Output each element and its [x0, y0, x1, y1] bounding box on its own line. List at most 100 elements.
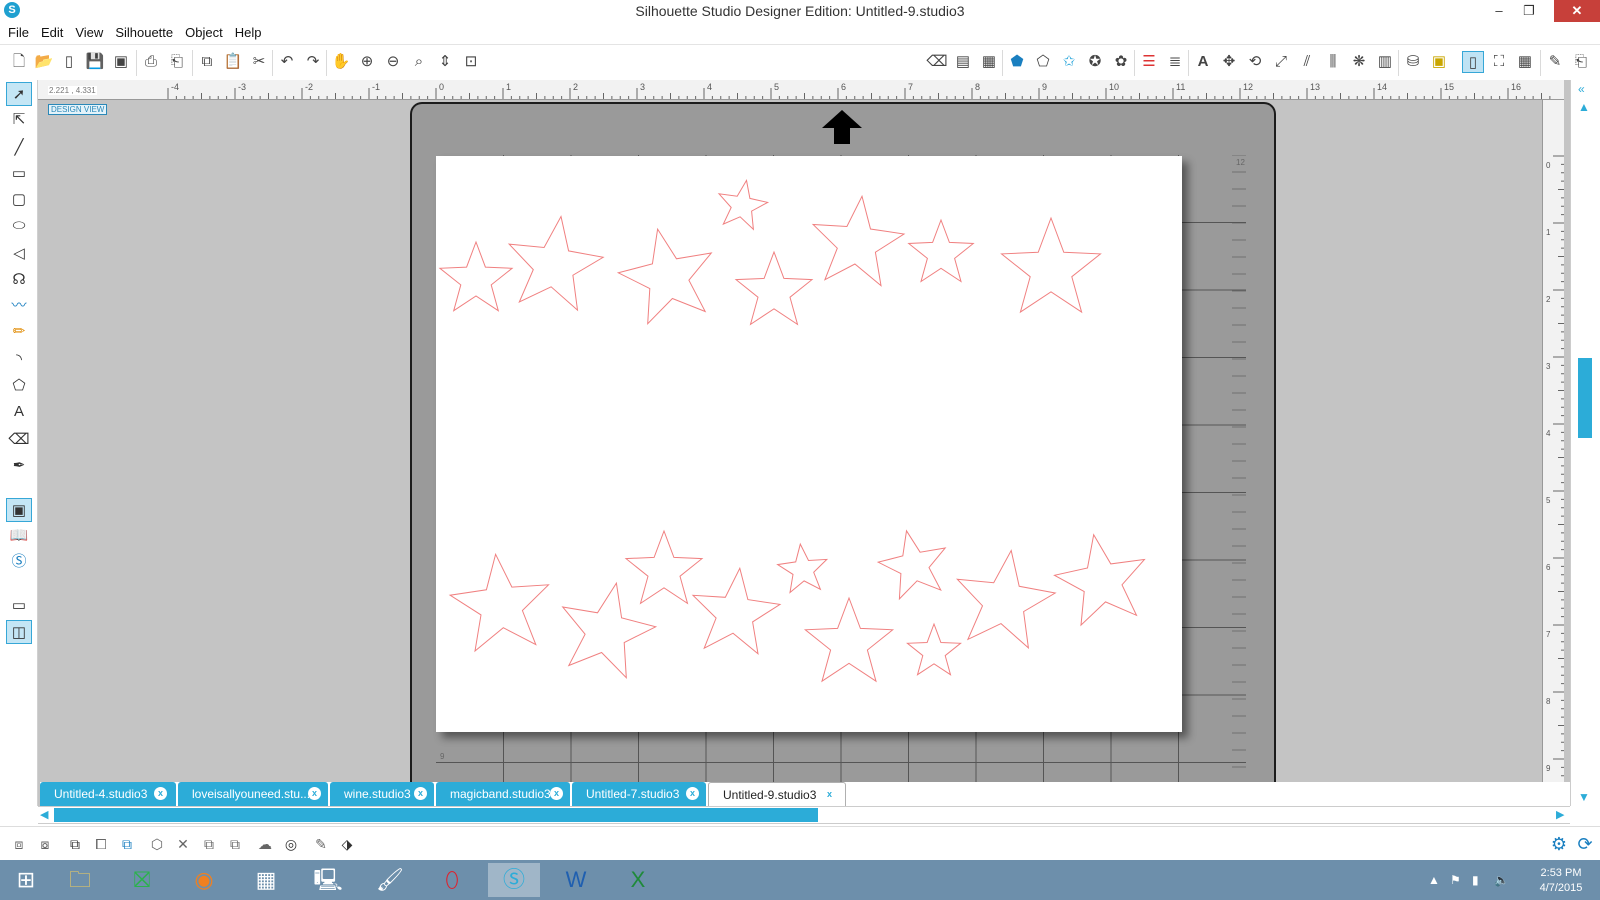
tab-untitled-9[interactable]: Untitled-9.studio3 x: [708, 782, 846, 806]
subtract-icon[interactable]: ✕: [172, 833, 194, 855]
settings-gear-icon[interactable]: ⚙: [1548, 833, 1570, 855]
cut-icon[interactable]: ✂: [248, 51, 270, 73]
horizontal-scroll-thumb[interactable]: [54, 808, 818, 822]
star-shape[interactable]: [438, 240, 514, 312]
taskbar-clock[interactable]: 2:53 PM 4/7/2015: [1526, 866, 1596, 896]
line-style-panel-icon[interactable]: ☰: [1138, 51, 1160, 73]
divide-icon[interactable]: ⧉: [224, 833, 246, 855]
line-color-icon[interactable]: ⬠: [1032, 51, 1054, 73]
star-shape[interactable]: [876, 529, 947, 601]
close-button[interactable]: ✕: [1554, 0, 1600, 22]
bring-front-icon[interactable]: ⧉: [116, 833, 138, 855]
menu-edit[interactable]: Edit: [37, 22, 71, 42]
image-effects-icon[interactable]: ✿: [1110, 51, 1132, 73]
library-icon[interactable]: 📖: [6, 524, 32, 548]
scroll-up-icon[interactable]: ▲: [1578, 100, 1590, 114]
star-designs[interactable]: [436, 156, 1182, 732]
menu-help[interactable]: Help: [231, 22, 270, 42]
media-icon[interactable]: ▣: [1428, 51, 1450, 73]
tab-close-icon[interactable]: x: [308, 787, 321, 800]
windows-start-icon[interactable]: ⊞: [0, 863, 52, 897]
silhouette-studio-icon[interactable]: Ⓢ: [488, 863, 540, 897]
star-shape[interactable]: [734, 250, 814, 326]
excel-icon[interactable]: X: [612, 863, 664, 897]
volume-icon[interactable]: 🔈: [1494, 873, 1509, 887]
save-icon[interactable]: 💾: [84, 51, 106, 73]
menu-object[interactable]: Object: [181, 22, 231, 42]
star-shape[interactable]: [956, 549, 1057, 650]
star-shape[interactable]: [907, 218, 975, 283]
send-to-silhouette-icon[interactable]: ▯: [1462, 51, 1484, 73]
firefox-icon[interactable]: ◉: [178, 863, 230, 897]
smooth-freehand-icon[interactable]: ✏: [6, 320, 32, 344]
vertical-scroll-thumb[interactable]: [1578, 358, 1592, 438]
tab-close-icon[interactable]: x: [550, 787, 563, 800]
tab-close-icon[interactable]: x: [154, 787, 167, 800]
select-tool-icon[interactable]: ➚: [6, 82, 32, 106]
knife-icon[interactable]: ✎: [1544, 51, 1566, 73]
page-setup-icon[interactable]: ▤: [952, 51, 974, 73]
open-folder-icon[interactable]: 📂: [33, 51, 55, 73]
menu-view[interactable]: View: [71, 22, 111, 42]
undo-icon[interactable]: ↶: [276, 51, 298, 73]
intersect-icon[interactable]: ⧉: [198, 833, 220, 855]
weld-icon[interactable]: ⬡: [146, 833, 168, 855]
hatch-icon[interactable]: ≣: [1164, 51, 1186, 73]
menu-silhouette[interactable]: Silhouette: [111, 22, 181, 42]
group-icon[interactable]: ⧈: [8, 833, 30, 855]
replicate-icon[interactable]: ✥: [1218, 51, 1240, 73]
send-icon[interactable]: ⎗: [1570, 51, 1592, 73]
silhouette-store-icon[interactable]: Ⓢ: [6, 550, 32, 574]
star-shape[interactable]: [906, 622, 962, 676]
rounded-rectangle-icon[interactable]: ▢: [6, 188, 32, 212]
minimize-button[interactable]: –: [1484, 0, 1514, 22]
new-document-icon[interactable]: 🗋: [8, 51, 30, 73]
align-icon[interactable]: ⬗: [336, 833, 358, 855]
sync-icon[interactable]: ⟳: [1574, 833, 1596, 855]
sd-card-icon[interactable]: ▯: [58, 51, 80, 73]
tab-untitled-7[interactable]: Untitled-7.studio3 x: [572, 782, 706, 806]
opera-icon[interactable]: ⬯: [426, 863, 478, 897]
star-shape[interactable]: [507, 215, 605, 312]
align-icon[interactable]: ⫼: [1322, 51, 1344, 73]
arc-tool-icon[interactable]: ◝: [6, 348, 32, 372]
star-shape[interactable]: [1053, 533, 1146, 627]
tab-magicband[interactable]: magicband.studio3 x: [436, 782, 570, 806]
library-icon[interactable]: ⛁: [1402, 51, 1424, 73]
zoom-drag-icon[interactable]: ⇕: [434, 51, 456, 73]
eraser-tool-icon[interactable]: ⌫: [6, 428, 32, 452]
trace-icon[interactable]: ◎: [280, 833, 302, 855]
freehand-tool-icon[interactable]: 〰: [6, 294, 32, 318]
tab-close-icon[interactable]: x: [823, 788, 836, 801]
tab-close-icon[interactable]: x: [686, 787, 699, 800]
star-shape[interactable]: [624, 529, 704, 605]
shadow-icon[interactable]: ✪: [1084, 51, 1106, 73]
trace-icon[interactable]: ▥: [1374, 51, 1396, 73]
redo-icon[interactable]: ↷: [302, 51, 324, 73]
split-window-icon[interactable]: ◫: [6, 620, 32, 644]
line-tool-icon[interactable]: ╱: [6, 136, 32, 160]
eraser-fill-icon[interactable]: ⌫: [926, 51, 948, 73]
design-page-icon[interactable]: ▣: [6, 498, 32, 522]
tab-loveisallyouneed[interactable]: loveisallyouneed.stu... x: [178, 782, 328, 806]
star-shape[interactable]: [691, 566, 782, 656]
single-window-icon[interactable]: ▭: [6, 594, 32, 618]
scroll-left-icon[interactable]: ◀: [40, 808, 48, 821]
file-explorer-icon[interactable]: 🗀: [54, 863, 106, 897]
scroll-right-icon[interactable]: ▶: [1556, 808, 1564, 821]
polygon-tool-icon[interactable]: ◁: [6, 242, 32, 266]
grid-settings-icon[interactable]: ▦: [1514, 51, 1536, 73]
compound-path-icon[interactable]: ⧉: [64, 833, 86, 855]
ellipse-tool-icon[interactable]: ⬭: [6, 214, 32, 238]
word-icon[interactable]: W: [550, 863, 602, 897]
text-icon[interactable]: A: [1192, 51, 1214, 73]
regular-polygon-icon[interactable]: ⬠: [6, 374, 32, 398]
shear-icon[interactable]: ⫽: [1296, 51, 1318, 73]
tab-wine[interactable]: wine.studio3 x: [330, 782, 434, 806]
fill-color-icon[interactable]: ⬟: [1006, 51, 1028, 73]
ungroup-icon[interactable]: ⧇: [34, 833, 56, 855]
copy-icon[interactable]: ⧉: [196, 51, 218, 73]
line-style-icon[interactable]: ✩: [1058, 51, 1080, 73]
show-hidden-icons-icon[interactable]: ▲: [1428, 873, 1440, 887]
offset-icon[interactable]: ☁: [254, 833, 276, 855]
